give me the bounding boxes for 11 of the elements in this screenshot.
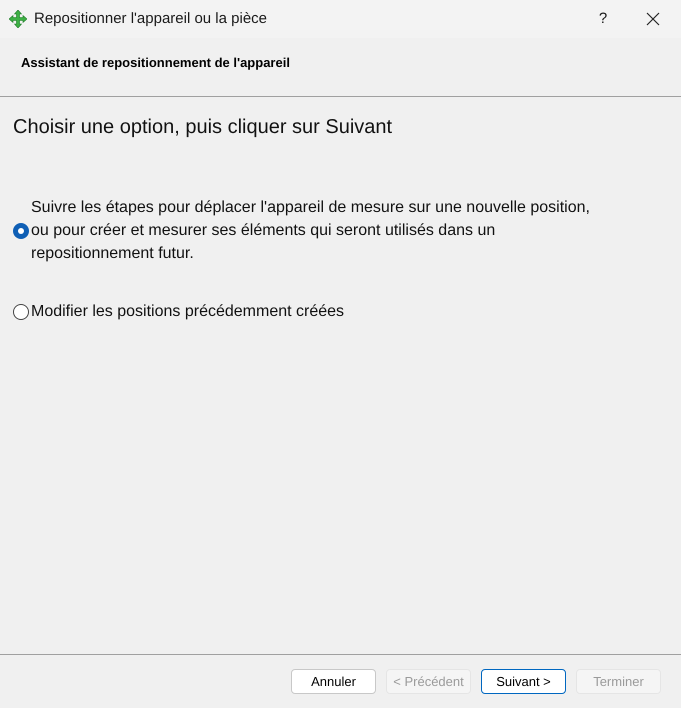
wizard-title: Assistant de repositionnement de l'appareil — [21, 55, 290, 70]
option-label[interactable]: Modifier les positions précédemment créées — [31, 300, 344, 323]
option-label[interactable]: Suivre les étapes pour déplacer l'appareil de mesure sur une nouvelle position, ou pour créer et mesurer ses éléments qui seront utilisés dans un repositionnement futur. — [31, 196, 596, 265]
instruction-text: Choisir une option, puis cliquer sur Suivant — [13, 115, 394, 140]
dialog-button[interactable]: Suivant > — [481, 669, 566, 694]
cross-arrows-icon — [9, 10, 27, 28]
window-title: Repositionner l'appareil ou la pièce — [34, 8, 268, 29]
dialog-button[interactable]: Annuler — [291, 669, 376, 694]
help-button[interactable]: ? — [581, 0, 625, 38]
radio-button[interactable] — [13, 222, 29, 238]
radio-button[interactable] — [13, 304, 29, 320]
